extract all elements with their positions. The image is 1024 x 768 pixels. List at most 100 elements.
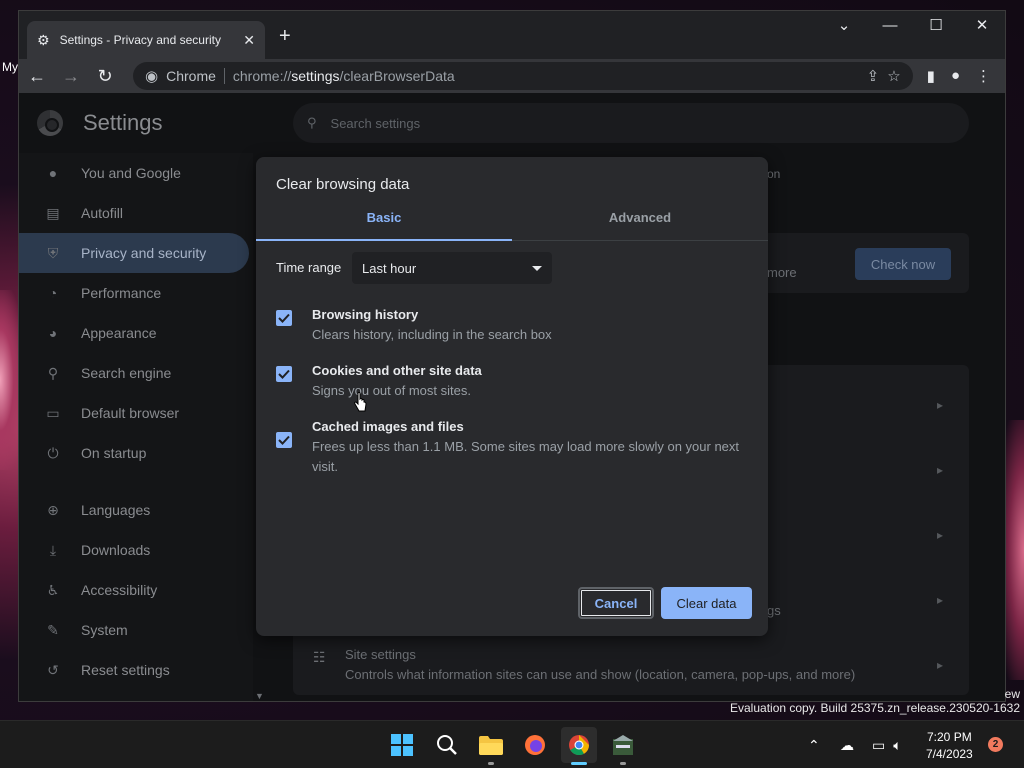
- option-title: Cached images and files: [312, 419, 464, 434]
- tab-strip: ⚙ Settings - Privacy and security ✕ + ⌄ …: [19, 11, 1005, 59]
- dialog-title: Clear browsing data: [276, 176, 410, 193]
- sidebar-item-on-startup[interactable]: ⏻ On startup: [19, 433, 253, 473]
- tab-advanced[interactable]: Advanced: [512, 203, 768, 240]
- tab-title: Settings - Privacy and security: [59, 33, 221, 47]
- running-indicator: [620, 762, 626, 765]
- forward-icon[interactable]: →: [61, 66, 81, 87]
- search-icon: ⚲: [47, 364, 59, 381]
- person-icon: ●: [48, 165, 58, 181]
- search-icon: ⚲: [307, 115, 317, 130]
- palette-icon: ◕: [48, 325, 58, 341]
- checkbox-cached-images[interactable]: [276, 432, 292, 448]
- chevron-right-icon: ▸: [937, 593, 944, 607]
- browser-icon: ▭: [46, 404, 60, 421]
- checkbox-browsing-history[interactable]: [276, 310, 292, 326]
- sidebar-item-performance[interactable]: ◔ Performance: [19, 273, 253, 313]
- checkbox-cookies[interactable]: [276, 366, 292, 382]
- folder-icon: [479, 736, 503, 755]
- firefox-button[interactable]: [517, 727, 553, 763]
- profile-icon[interactable]: ●: [951, 67, 960, 85]
- chevron-right-icon: ▸: [937, 658, 944, 672]
- dialog-tabs: Basic Advanced: [256, 203, 768, 241]
- power-icon: ⏻: [47, 444, 59, 461]
- sidebar-item-label: Languages: [81, 502, 151, 518]
- sidebar-item-reset-settings[interactable]: ↺ Reset settings: [19, 650, 253, 690]
- new-tab-button[interactable]: +: [279, 25, 291, 48]
- sidebar-divider: [19, 473, 253, 490]
- check-now-button[interactable]: Check now: [855, 248, 951, 280]
- clear-data-button[interactable]: Clear data: [661, 587, 752, 619]
- chrome-taskbar-button[interactable]: [561, 727, 597, 765]
- wrench-icon: ✎: [47, 621, 59, 638]
- url-path: /clearBrowserData: [339, 68, 455, 84]
- running-indicator: [488, 762, 494, 765]
- option-desc: Clears history, including in the search …: [312, 327, 552, 342]
- hand-cursor-icon: [354, 392, 367, 412]
- tab-search-icon[interactable]: ⌄: [821, 15, 867, 37]
- chevron-right-icon: ▸: [937, 528, 944, 542]
- firefox-icon: [525, 735, 545, 755]
- menu-icon[interactable]: ⋮: [976, 67, 991, 85]
- sidebar-item-label: You and Google: [81, 165, 181, 181]
- clock[interactable]: 7:20 PM 7/4/2023: [926, 729, 973, 763]
- bookmark-star-icon[interactable]: ☆: [887, 67, 900, 85]
- sidebar-item-system[interactable]: ✎ System: [19, 610, 253, 650]
- chrome-logo-icon: [37, 110, 63, 136]
- share-icon[interactable]: ⇪: [867, 67, 880, 85]
- file-explorer-button[interactable]: [473, 727, 509, 765]
- sidebar-item-privacy-and-security[interactable]: ⛨ Privacy and security: [19, 233, 249, 273]
- option-browsing-history: Browsing history Clears history, includi…: [276, 306, 746, 345]
- maximize-button[interactable]: ☐: [913, 15, 959, 37]
- sidebar-item-autofill[interactable]: ▤ Autofill: [19, 193, 253, 233]
- site-settings-title[interactable]: Site settings: [345, 647, 416, 662]
- sidebar-item-search-engine[interactable]: ⚲ Search engine: [19, 353, 253, 393]
- download-icon: ⤓: [49, 541, 57, 558]
- search-input[interactable]: ⚲ Search settings: [293, 103, 969, 143]
- search-placeholder: Search settings: [330, 115, 421, 131]
- close-tab-icon[interactable]: ✕: [243, 32, 255, 49]
- desktop-icon-label[interactable]: My: [2, 60, 18, 74]
- sliders-icon: ☷: [313, 649, 326, 665]
- browser-toolbar: ← → ↻ ◉ Chrome chrome://settings/clearBr…: [19, 59, 1005, 93]
- start-button[interactable]: [384, 727, 420, 763]
- address-bar[interactable]: ◉ Chrome chrome://settings/clearBrowserD…: [133, 62, 913, 90]
- toolbar-right: ▮ ● ⋮: [927, 67, 991, 85]
- minimize-button[interactable]: —: [867, 15, 913, 37]
- sidebar-item-label: On startup: [81, 445, 147, 461]
- back-icon[interactable]: ←: [27, 66, 47, 87]
- scroll-down-arrow-icon[interactable]: ▼: [255, 691, 264, 701]
- network-volume-tray[interactable]: ▭ 🔈︎: [872, 721, 902, 768]
- side-panel-icon[interactable]: ▮: [927, 67, 935, 85]
- gauge-icon: ◔: [48, 285, 58, 301]
- app-taskbar-button[interactable]: [605, 727, 641, 765]
- sidebar-item-downloads[interactable]: ⤓ Downloads: [19, 530, 253, 570]
- reload-icon[interactable]: ↻: [95, 66, 115, 87]
- sidebar-item-accessibility[interactable]: ♿︎ Accessibility: [19, 570, 253, 610]
- omnibox-chip: Chrome: [166, 68, 216, 84]
- sidebar-item-label: Privacy and security: [81, 245, 207, 261]
- onedrive-offline-icon[interactable]: ☁: [840, 721, 854, 768]
- close-window-button[interactable]: ✕: [959, 15, 1005, 37]
- notification-badge[interactable]: 2: [988, 737, 1003, 752]
- sidebar-item-label: Autofill: [81, 205, 124, 221]
- sidebar-item-default-browser[interactable]: ▭ Default browser: [19, 393, 253, 433]
- sidebar-item-appearance[interactable]: ◕ Appearance: [19, 313, 253, 353]
- search-taskbar-button[interactable]: [429, 727, 465, 763]
- network-icon: ▭: [872, 736, 886, 753]
- sidebar-item-you-and-google[interactable]: ● You and Google: [19, 153, 253, 193]
- taskbar: ⌃ ☁ ▭ 🔈︎ 7:20 PM 7/4/2023 2: [0, 720, 1024, 768]
- option-title: Cookies and other site data: [312, 363, 482, 378]
- clear-browsing-data-dialog: Clear browsing data Basic Advanced Time …: [256, 157, 768, 636]
- volume-icon: 🔈︎: [893, 736, 902, 753]
- url-text[interactable]: chrome://settings/clearBrowserData: [233, 68, 859, 84]
- tab-basic[interactable]: Basic: [256, 203, 512, 241]
- show-hidden-icons[interactable]: ⌃: [808, 721, 820, 768]
- shield-icon: ⛨: [47, 244, 59, 261]
- sidebar-item-languages[interactable]: ⊕ Languages: [19, 490, 253, 530]
- cancel-button[interactable]: Cancel: [578, 587, 654, 619]
- chrome-icon: [569, 735, 590, 756]
- sidebar-item-label: Reset settings: [81, 662, 170, 678]
- tab-settings[interactable]: ⚙ Settings - Privacy and security ✕: [27, 21, 265, 59]
- clipboard-icon: ▤: [46, 204, 60, 221]
- time-range-select[interactable]: Last hour: [352, 252, 552, 284]
